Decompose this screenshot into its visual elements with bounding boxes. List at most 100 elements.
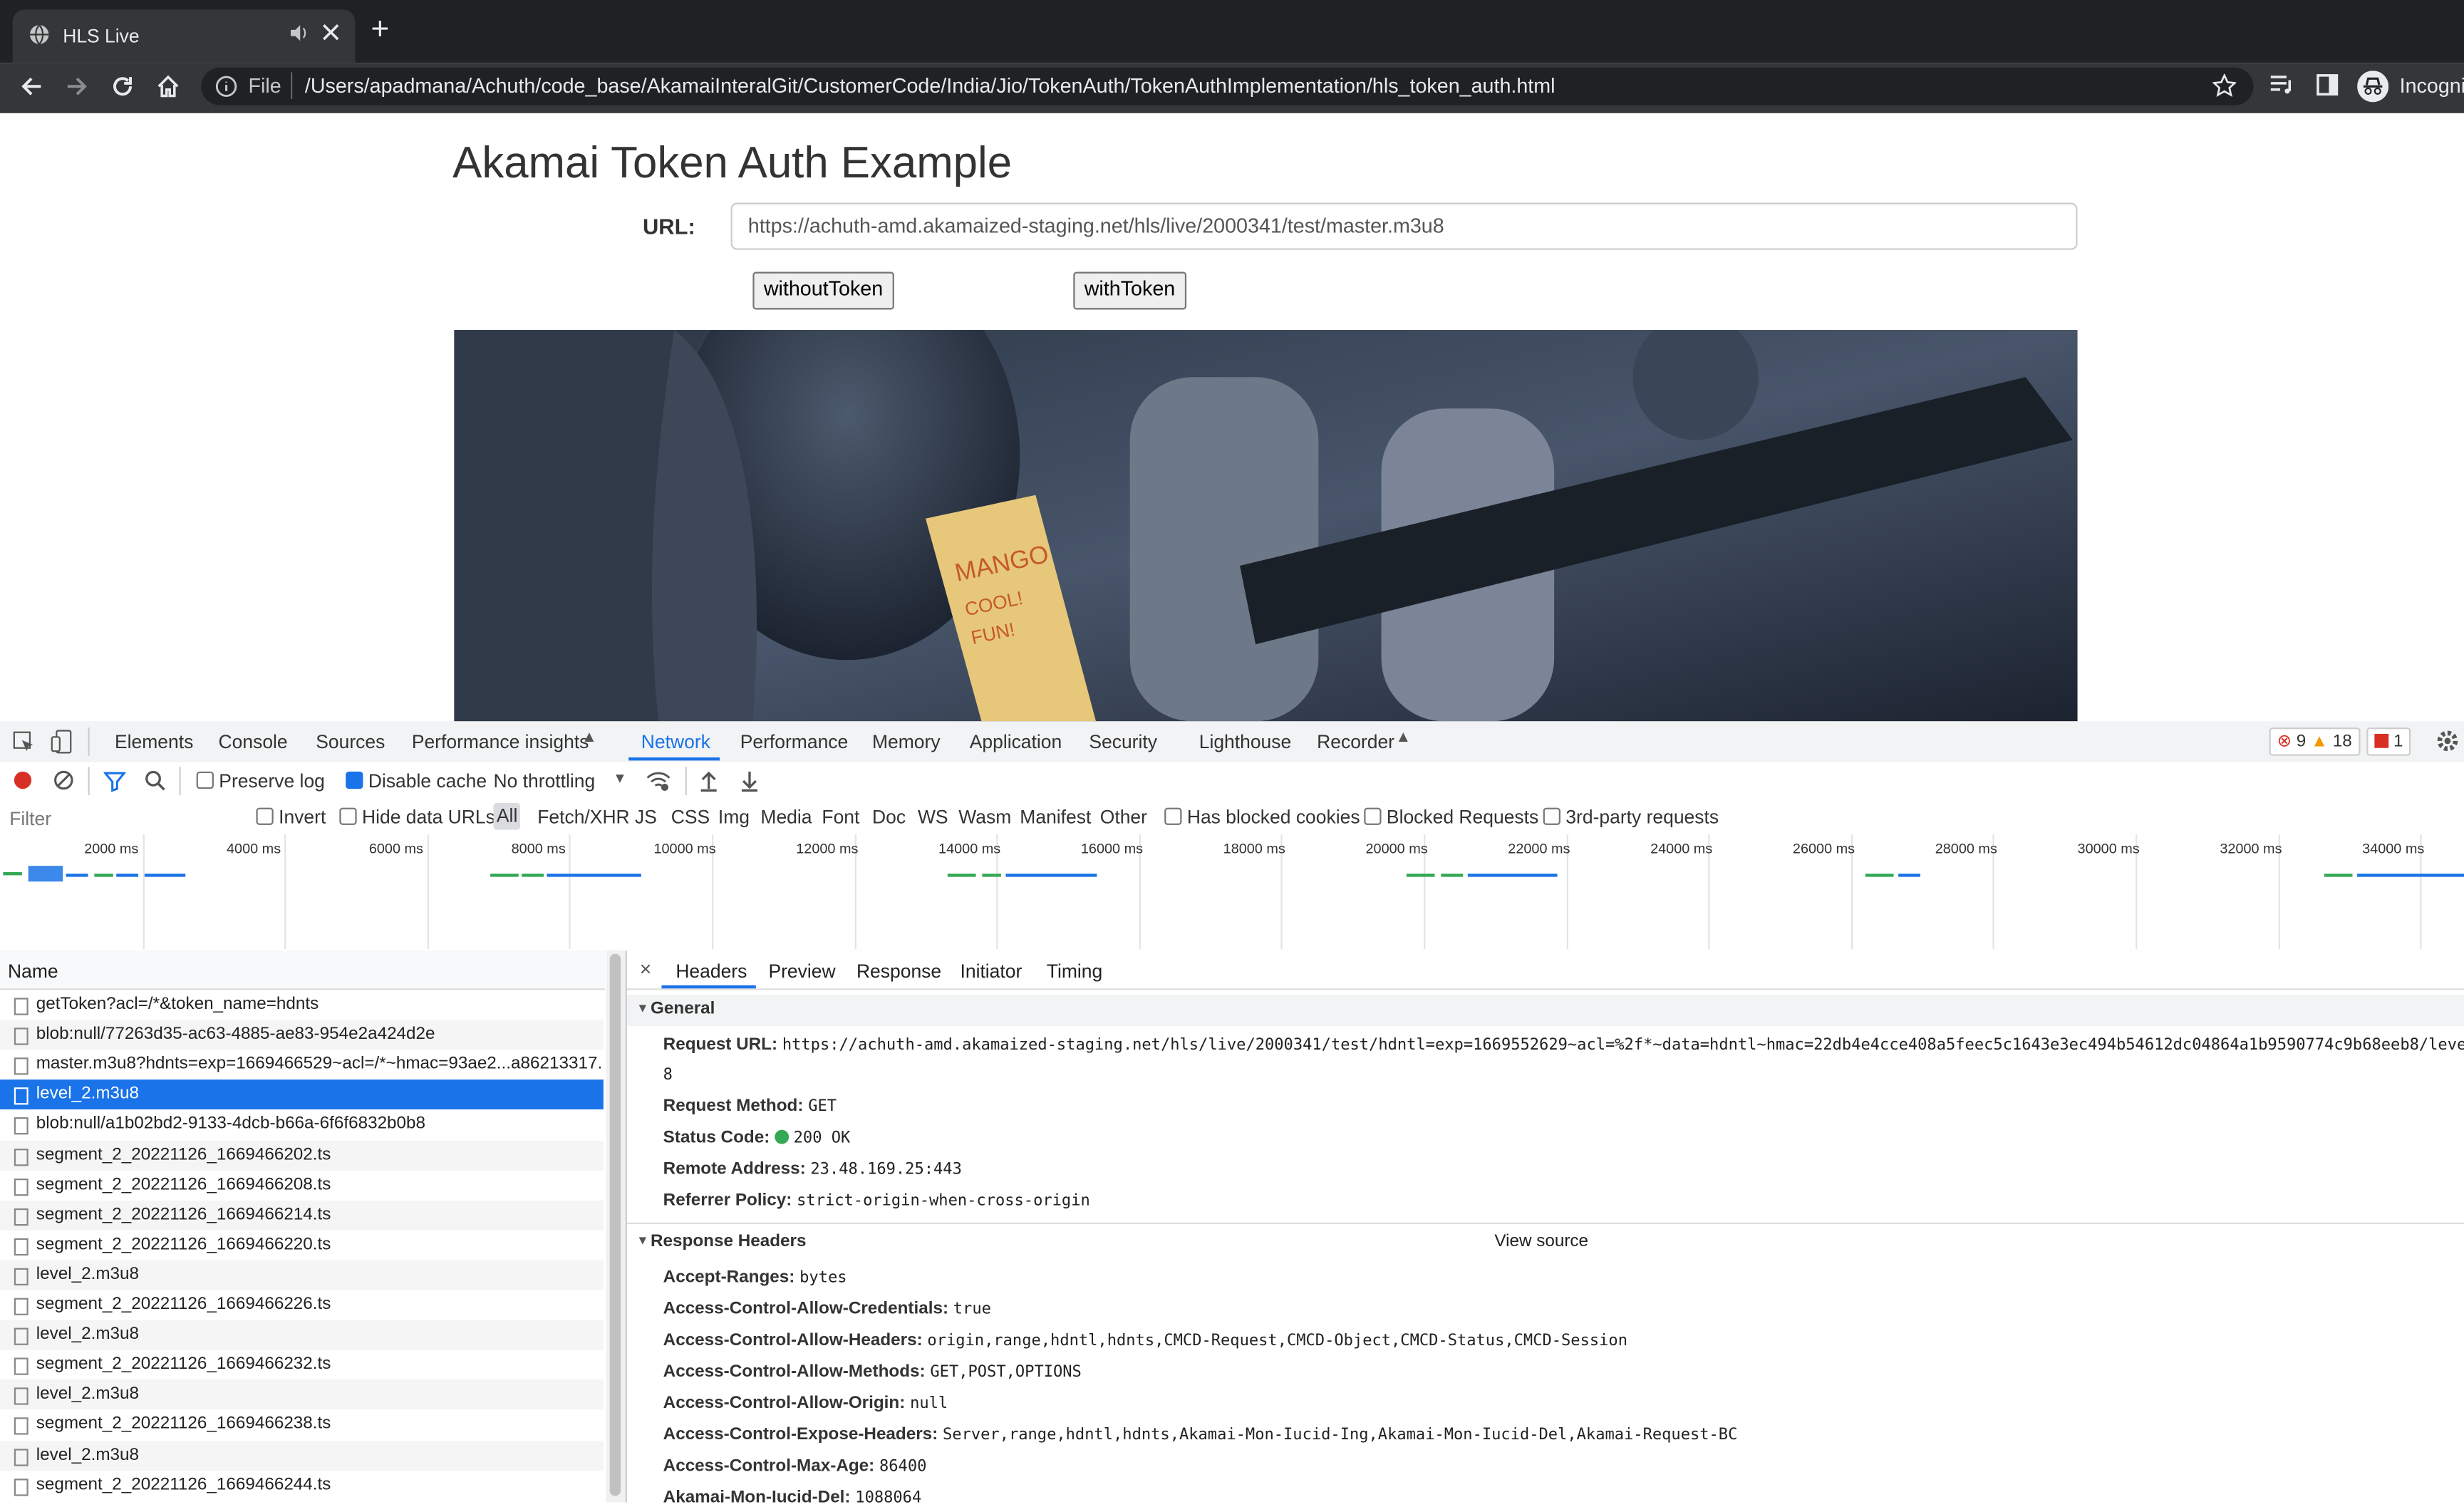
- remote-address-row: Remote Address: 23.48.169.25:443: [663, 1160, 962, 1179]
- detail-tab-response[interactable]: Response: [856, 960, 941, 982]
- filter-type-font[interactable]: Font: [822, 806, 859, 828]
- reload-icon[interactable]: [110, 74, 135, 107]
- request-list-header[interactable]: Name: [0, 951, 606, 990]
- third-party-requests-checkbox[interactable]: 3rd-party requests: [1543, 806, 1719, 828]
- inspect-icon[interactable]: [13, 731, 35, 757]
- console-counts[interactable]: ⊗ 9 ▲ 18: [2269, 727, 2360, 756]
- export-har-icon[interactable]: [740, 770, 759, 797]
- filter-type-ws[interactable]: WS: [918, 806, 948, 828]
- filter-icon[interactable]: [103, 770, 127, 797]
- name-column-header: Name: [8, 960, 58, 983]
- table-row[interactable]: blob:null/77263d35-ac63-4885-ae83-954e2a…: [0, 1020, 604, 1050]
- record-icon[interactable]: [14, 771, 32, 789]
- video-player[interactable]: MANGO COOL! FUN!: [454, 330, 2078, 722]
- forward-icon[interactable]: [64, 74, 89, 107]
- filter-type-doc[interactable]: Doc: [872, 806, 906, 828]
- import-har-icon[interactable]: [699, 770, 718, 797]
- tab-application[interactable]: Application: [970, 731, 1062, 753]
- url-input[interactable]: https://achuth-amd.akamaized-staging.net…: [730, 202, 2078, 250]
- sidepanel-icon[interactable]: [2317, 74, 2339, 104]
- filter-type-all[interactable]: All: [493, 802, 521, 830]
- tab-performance-insights[interactable]: Performance insights: [412, 731, 589, 753]
- with-token-button[interactable]: withToken: [1073, 271, 1186, 310]
- general-section-header[interactable]: ▼ General: [626, 995, 2464, 1027]
- home-icon[interactable]: [155, 74, 180, 107]
- chevron-down-icon[interactable]: ▼: [613, 770, 627, 786]
- network-conditions-icon[interactable]: [646, 770, 671, 797]
- table-row[interactable]: level_2.m3u8: [0, 1440, 604, 1471]
- timeline-tick-label: 34000 ms: [2362, 840, 2425, 856]
- settings-gear-icon[interactable]: [2435, 729, 2459, 757]
- filter-type-css[interactable]: CSS: [671, 806, 710, 828]
- table-row[interactable]: level_2.m3u8: [0, 1379, 604, 1410]
- detail-tab-preview[interactable]: Preview: [768, 960, 835, 982]
- filter-type-js[interactable]: JS: [635, 806, 657, 828]
- tab-memory[interactable]: Memory: [872, 731, 941, 753]
- filter-bar: Filter Invert Hide data URLs All Fetch/X…: [0, 799, 2464, 837]
- filter-type-fetch-xhr[interactable]: Fetch/XHR: [537, 806, 629, 828]
- filter-type-wasm[interactable]: Wasm: [958, 806, 1011, 828]
- tab-recorder[interactable]: Recorder: [1317, 731, 1394, 753]
- device-toolbar-icon[interactable]: [51, 729, 73, 759]
- table-row[interactable]: segment_2_20221126_1669466208.ts: [0, 1170, 604, 1201]
- throttling-select[interactable]: No throttling: [493, 770, 595, 792]
- file-icon: [14, 1148, 29, 1166]
- tab-sources[interactable]: Sources: [316, 731, 385, 753]
- detail-tab-timing[interactable]: Timing: [1047, 960, 1102, 982]
- tab-security[interactable]: Security: [1089, 731, 1157, 753]
- tab-console[interactable]: Console: [219, 731, 288, 753]
- request-name: level_2.m3u8: [36, 1084, 140, 1104]
- table-row[interactable]: segment_2_20221126_1669466244.ts: [0, 1470, 604, 1501]
- new-tab-button[interactable]: +: [371, 14, 389, 46]
- table-row[interactable]: segment_2_20221126_1669466238.ts: [0, 1410, 604, 1441]
- without-token-button[interactable]: withoutToken: [752, 271, 894, 310]
- hide-data-urls-checkbox[interactable]: Hide data URLs: [339, 806, 495, 828]
- table-row[interactable]: segment_2_20221126_1669466232.ts: [0, 1350, 604, 1380]
- table-row[interactable]: level_2.m3u8: [0, 1320, 604, 1350]
- tab-lighthouse[interactable]: Lighthouse: [1199, 731, 1291, 753]
- speaker-icon[interactable]: [289, 24, 308, 47]
- has-blocked-cookies-checkbox[interactable]: Has blocked cookies: [1164, 806, 1360, 828]
- clear-icon[interactable]: [53, 770, 74, 795]
- preserve-log-checkbox[interactable]: Preserve log: [196, 770, 325, 792]
- close-icon[interactable]: [322, 24, 339, 46]
- filter-input[interactable]: Filter: [0, 801, 236, 832]
- star-icon[interactable]: [2212, 73, 2237, 105]
- filter-type-media[interactable]: Media: [760, 806, 812, 828]
- info-icon[interactable]: [215, 76, 237, 105]
- browser-tab[interactable]: HLS Live: [12, 9, 356, 63]
- timeline-overview[interactable]: 2000 ms 4000 ms 6000 ms 8000 ms 10000 ms 1200…: [0, 834, 2464, 953]
- invert-checkbox[interactable]: Invert: [256, 806, 326, 828]
- request-list-scrollbar[interactable]: [606, 951, 627, 1503]
- table-row-selected[interactable]: level_2.m3u8: [0, 1079, 604, 1110]
- tab-performance[interactable]: Performance: [740, 731, 849, 753]
- response-headers-section-header[interactable]: ▼ Response Headers View source: [627, 1227, 2464, 1258]
- filter-type-manifest[interactable]: Manifest: [1020, 806, 1091, 828]
- tab-network[interactable]: Network: [641, 731, 710, 753]
- table-row[interactable]: master.m3u8?hdnts=exp=1669466529~acl=/*~…: [0, 1050, 604, 1080]
- view-source-link[interactable]: View source: [1494, 1232, 1588, 1250]
- scrollbar-thumb[interactable]: [609, 953, 621, 1496]
- incognito-icon[interactable]: [2357, 71, 2389, 110]
- table-row[interactable]: segment_2_20221126_1669466214.ts: [0, 1200, 604, 1231]
- blocked-requests-checkbox[interactable]: Blocked Requests: [1364, 806, 1538, 828]
- table-row[interactable]: level_2.m3u8: [0, 1260, 604, 1290]
- detail-tab-headers[interactable]: Headers: [675, 960, 747, 982]
- close-details-icon[interactable]: ×: [640, 957, 652, 980]
- media-icon[interactable]: [2269, 74, 2294, 104]
- filter-type-img[interactable]: Img: [718, 806, 750, 828]
- tab-elements[interactable]: Elements: [115, 731, 193, 753]
- search-icon[interactable]: [145, 770, 167, 797]
- disable-cache-checkbox[interactable]: Disable cache: [346, 770, 487, 792]
- filter-type-other[interactable]: Other: [1100, 806, 1147, 828]
- table-row[interactable]: getToken?acl=/*&token_name=hdnts: [0, 990, 604, 1020]
- table-row[interactable]: segment_2_20221126_1669466220.ts: [0, 1230, 604, 1260]
- address-text[interactable]: /Users/apadmana/Achuth/code_base/AkamaiI…: [305, 74, 1555, 98]
- table-row[interactable]: segment_2_20221126_1669466202.ts: [0, 1140, 604, 1170]
- profile-label[interactable]: Incogni: [2400, 74, 2464, 98]
- issues-counter[interactable]: 1: [2366, 727, 2411, 756]
- table-row[interactable]: blob:null/a1b02bd2-9133-4dcb-b66a-6f6f68…: [0, 1109, 604, 1140]
- back-icon[interactable]: [19, 74, 43, 107]
- table-row[interactable]: segment_2_20221126_1669466226.ts: [0, 1290, 604, 1320]
- detail-tab-initiator[interactable]: Initiator: [960, 960, 1022, 982]
